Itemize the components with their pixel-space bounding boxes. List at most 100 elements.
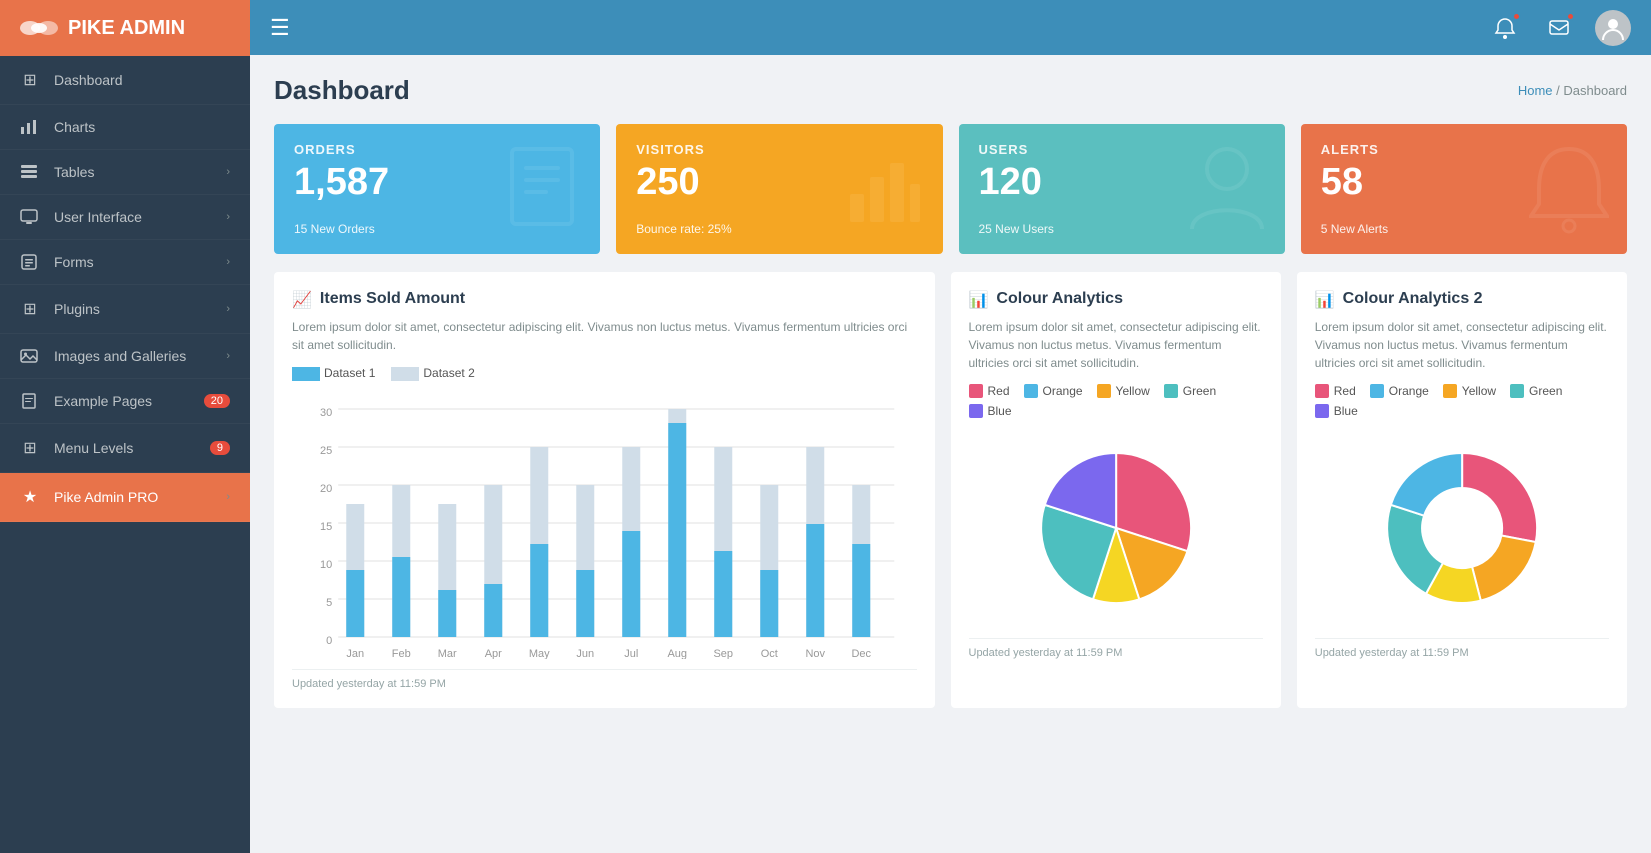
svg-text:Dec: Dec (851, 648, 871, 659)
user-interface-arrow: › (226, 211, 230, 223)
legend-dataset2: Dataset 2 (391, 366, 474, 381)
pike-admin-pro-arrow: › (226, 491, 230, 503)
page-header: Dashboard Home / Dashboard (274, 75, 1627, 106)
svg-text:Oct: Oct (761, 648, 778, 659)
tables-icon (20, 164, 40, 180)
messages-button[interactable] (1541, 10, 1577, 46)
sidebar-item-user-interface[interactable]: User Interface › (0, 195, 250, 240)
notifications-badge (1512, 12, 1521, 21)
sidebar-item-tables[interactable]: Tables › (0, 150, 250, 195)
sidebar-item-pike-admin-pro[interactable]: ★ Pike Admin PRO › (0, 473, 250, 522)
pie2-dot-green (1510, 384, 1524, 398)
pie1-header: 📊 Colour Analytics (969, 290, 1263, 310)
pie1-legend-orange: Orange (1024, 384, 1083, 398)
pie2-desc: Lorem ipsum dolor sit amet, consectetur … (1315, 318, 1609, 372)
visitors-icon (845, 149, 925, 229)
pie2-legend-red: Red (1315, 384, 1356, 398)
pie2-dot-yellow (1443, 384, 1457, 398)
stat-card-visitors: VISITORS 250 Bounce rate: 25% (616, 124, 942, 254)
page-title: Dashboard (274, 75, 410, 106)
notifications-button[interactable] (1487, 10, 1523, 46)
sidebar-item-images[interactable]: Images and Galleries › (0, 334, 250, 379)
pie1-label-green: Green (1183, 384, 1216, 398)
sidebar-item-dashboard[interactable]: ⊞ Dashboard (0, 56, 250, 105)
pie2-dot-red (1315, 384, 1329, 398)
dashboard-icon: ⊞ (20, 70, 40, 90)
bar-chart-card: 📈 Items Sold Amount Lorem ipsum dolor si… (274, 272, 935, 708)
bar-jun-d1 (576, 570, 594, 637)
brand-logo (20, 14, 58, 42)
svg-text:Jun: Jun (576, 648, 594, 659)
pie2-legend-green: Green (1510, 384, 1562, 398)
sidebar-label-dashboard: Dashboard (54, 72, 230, 88)
stat-cards: ORDERS 1,587 15 New Orders VISITORS 250 … (274, 124, 1627, 254)
bar-oct-d1 (760, 570, 778, 637)
sidebar-item-charts[interactable]: Charts (0, 105, 250, 150)
main: ☰ Dashboard Home / Dashboard (250, 0, 1651, 853)
example-pages-badge: 20 (204, 394, 230, 408)
menu-levels-badge: 9 (210, 441, 230, 455)
bar-dec-d1 (852, 544, 870, 637)
sidebar-items: ⊞ Dashboard Charts Tables › User Interfa… (0, 56, 250, 522)
pie2-legend-yellow: Yellow (1443, 384, 1496, 398)
pie1-legend-yellow: Yellow (1097, 384, 1150, 398)
pie1-dot-yellow (1097, 384, 1111, 398)
svg-text:Jul: Jul (624, 648, 638, 659)
sidebar-item-forms[interactable]: Forms › (0, 240, 250, 285)
pie1-icon: 📊 (969, 290, 989, 310)
pie2-dot-orange (1370, 384, 1384, 398)
sidebar-label-pike-admin-pro: Pike Admin PRO (54, 489, 212, 505)
users-icon (1187, 144, 1267, 234)
pie1-legend-green: Green (1164, 384, 1216, 398)
bar-chart-footer: Updated yesterday at 11:59 PM (292, 669, 917, 690)
pie1-legend: Red Orange Yellow Green (969, 384, 1263, 418)
sidebar-label-menu-levels: Menu Levels (54, 440, 196, 456)
brand: PIKE ADMIN (0, 0, 250, 56)
sidebar-label-charts: Charts (54, 119, 230, 135)
breadcrumb: Home / Dashboard (1518, 83, 1627, 98)
plugins-arrow: › (226, 303, 230, 315)
bar-jan-d1 (346, 570, 364, 637)
stat-card-users: USERS 120 25 New Users (959, 124, 1285, 254)
forms-icon (20, 254, 40, 270)
sidebar-item-plugins[interactable]: ⊞ Plugins › (0, 285, 250, 334)
images-icon (20, 348, 40, 364)
svg-text:Nov: Nov (805, 648, 825, 659)
sidebar-label-images: Images and Galleries (54, 348, 212, 364)
pie2-svg (1315, 428, 1609, 628)
pie1-legend-red: Red (969, 384, 1010, 398)
sidebar-label-example-pages: Example Pages (54, 393, 190, 409)
bar-chart-svg-container: 0 5 10 15 20 25 30 (292, 389, 917, 659)
pie2-footer: Updated yesterday at 11:59 PM (1315, 638, 1609, 659)
hamburger-button[interactable]: ☰ (270, 15, 290, 41)
pie2-icon: 📊 (1315, 290, 1335, 310)
sidebar-label-plugins: Plugins (54, 301, 212, 317)
pie1-svg (969, 428, 1263, 628)
pie2-chart-card: 📊 Colour Analytics 2 Lorem ipsum dolor s… (1297, 272, 1627, 708)
svg-text:Sep: Sep (713, 648, 733, 659)
sidebar-item-menu-levels[interactable]: ⊞ Menu Levels 9 (0, 424, 250, 473)
sidebar-label-forms: Forms (54, 254, 212, 270)
bar-apr-d1 (484, 584, 502, 637)
user-avatar[interactable] (1595, 10, 1631, 46)
forms-arrow: › (226, 256, 230, 268)
content: Dashboard Home / Dashboard ORDERS 1,587 … (250, 55, 1651, 853)
bar-feb-d1 (392, 557, 410, 637)
stat-card-orders: ORDERS 1,587 15 New Orders (274, 124, 600, 254)
svg-text:30: 30 (320, 407, 332, 419)
legend-dataset1: Dataset 1 (292, 366, 375, 381)
bar-may-d1 (530, 544, 548, 637)
pie2-label-orange: Orange (1389, 384, 1429, 398)
pie1-label-red: Red (988, 384, 1010, 398)
messages-badge (1566, 12, 1575, 21)
sidebar-item-example-pages[interactable]: Example Pages 20 (0, 379, 250, 424)
pie1-dot-green (1164, 384, 1178, 398)
svg-text:May: May (529, 648, 550, 659)
pie2-title: Colour Analytics 2 (1343, 290, 1483, 308)
breadcrumb-home[interactable]: Home (1518, 83, 1553, 98)
svg-text:5: 5 (326, 597, 332, 609)
pie2-label-green: Green (1529, 384, 1562, 398)
pie2-label-blue: Blue (1334, 404, 1358, 418)
svg-text:Apr: Apr (485, 648, 502, 659)
sidebar-label-user-interface: User Interface (54, 209, 212, 225)
